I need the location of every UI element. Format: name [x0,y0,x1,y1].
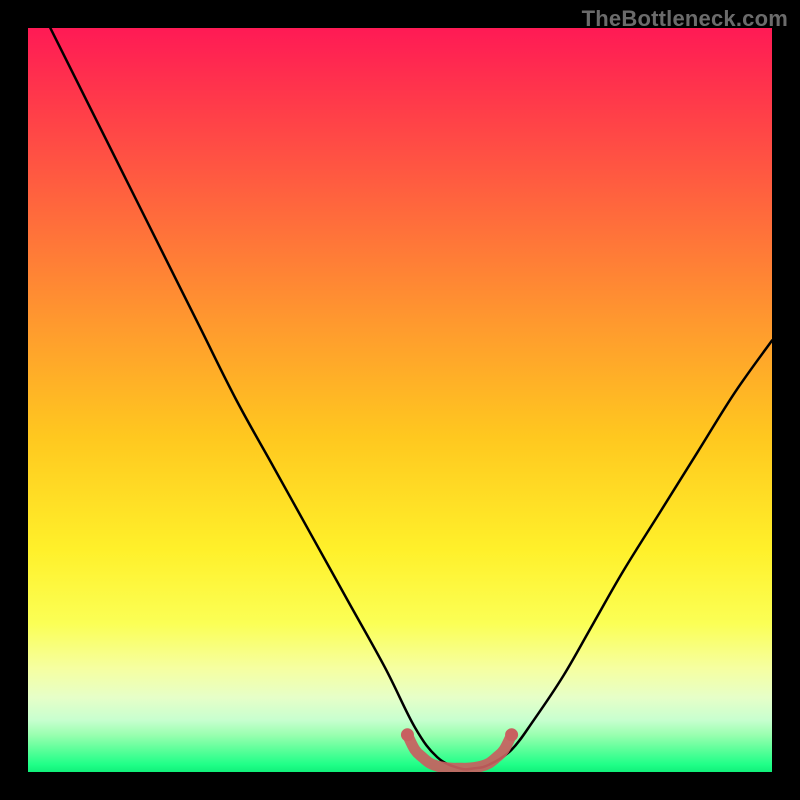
chart-stage: TheBottleneck.com [0,0,800,800]
optimal-range-endpoint [401,728,414,741]
bottleneck-curve [50,28,772,769]
chart-svg [28,28,772,772]
plot-area [28,28,772,772]
optimal-range-endpoint [505,728,518,741]
